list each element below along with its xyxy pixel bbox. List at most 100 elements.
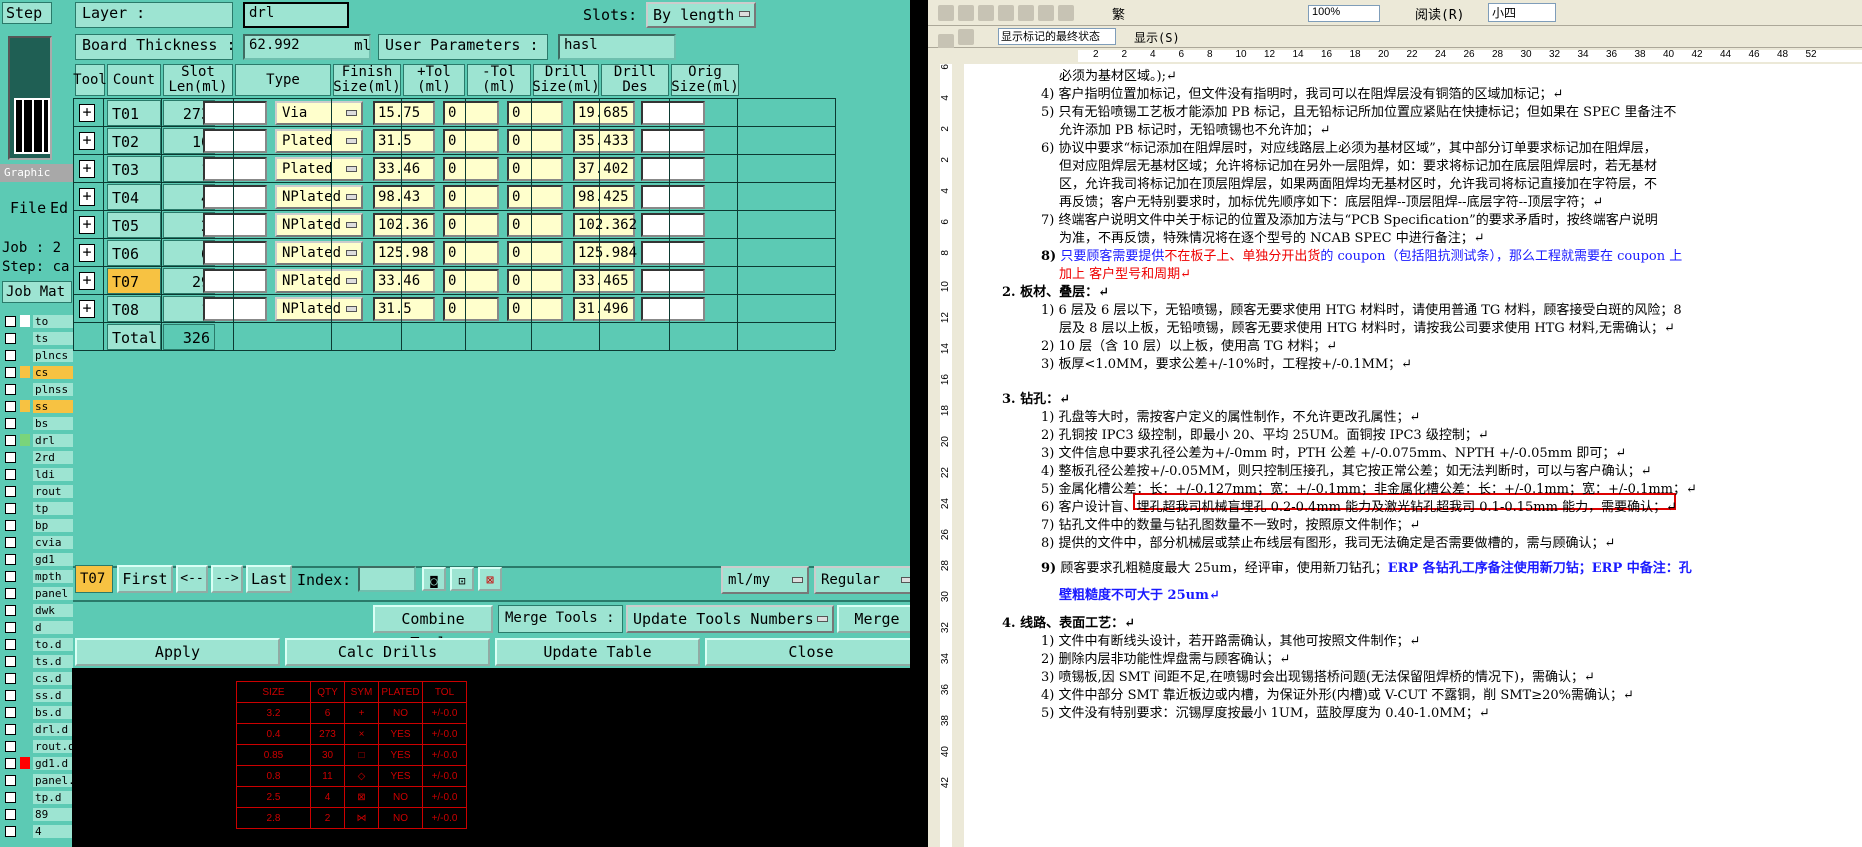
slot-length-input[interactable] xyxy=(203,269,267,293)
minus-tol-input[interactable]: 0 xyxy=(507,297,563,321)
doc-paragraph[interactable]: 3) 板厚<1.0MM，要求公差+/-10%时，工程按+/-0.1MM；↵ xyxy=(1041,353,1412,372)
doc-paragraph[interactable]: 2. 板材、叠层：↵ xyxy=(1002,281,1109,300)
layer-checkbox[interactable] xyxy=(5,536,16,548)
last-button[interactable]: Last xyxy=(246,565,292,593)
plus-tol-input[interactable]: 0 xyxy=(443,241,499,265)
layer-checkbox[interactable] xyxy=(5,349,16,361)
layer-checkbox[interactable] xyxy=(5,638,16,650)
doc-paragraph[interactable]: 7) 终端客户说明文件中关于标记的位置及添加方法与“PCB Specificat… xyxy=(1041,209,1658,228)
drill-des-input[interactable] xyxy=(641,213,705,237)
finish-size-input[interactable]: 102.36 xyxy=(373,213,435,237)
expand-tool-button[interactable]: + xyxy=(79,272,95,290)
open-icon[interactable] xyxy=(958,5,974,21)
plus-tol-input[interactable]: 0 xyxy=(443,101,499,125)
slot-length-input[interactable] xyxy=(203,157,267,181)
update-table-button[interactable]: Update Table xyxy=(495,638,700,666)
doc-paragraph[interactable]: 5) 只有无铅喷锡工艺板才能添加 PB 标记，且无铅标记所加位置应紧贴在快捷标记… xyxy=(1041,101,1676,120)
doc-paragraph[interactable]: 1) 文件中有断线头设计，若开路需确认，其他可按照文件制作；↵ xyxy=(1041,630,1420,649)
drill-des-input[interactable] xyxy=(641,185,705,209)
finish-size-input[interactable]: 15.75 xyxy=(373,101,435,125)
step-label[interactable]: Step xyxy=(2,2,52,24)
finish-size-input[interactable]: 31.5 xyxy=(373,129,435,153)
layer-checkbox[interactable] xyxy=(5,400,16,412)
first-button[interactable]: First xyxy=(117,565,173,593)
update-tools-numbers-select[interactable]: Update Tools Numbers xyxy=(626,605,834,633)
doc-paragraph[interactable]: 必须为基材区域。);↵ xyxy=(1059,65,1177,84)
type-select[interactable]: NPlated xyxy=(275,297,363,321)
doc-paragraph[interactable]: 3) 喷锡板,因 SMT 间距不足,在喷锡时会出现锡搭桥问题(无法保留阻焊桥的情… xyxy=(1041,666,1595,685)
drill-des-input[interactable] xyxy=(641,101,705,125)
expand-tool-button[interactable]: + xyxy=(79,104,95,122)
type-select[interactable]: NPlated xyxy=(275,241,363,265)
drill-des-input[interactable] xyxy=(641,241,705,265)
document-page[interactable]: 必须为基材区域。);↵ 4) 客户指明位置加标记，但文件没有指明时，我司可以在阻焊… xyxy=(964,64,1862,847)
combine-tools-button[interactable]: Combine Tools xyxy=(373,605,493,652)
type-select[interactable]: Plated xyxy=(275,157,363,181)
display-state-select[interactable]: 显示标记的最终状态 xyxy=(998,28,1116,45)
type-select[interactable]: NPlated xyxy=(275,185,363,209)
plus-tol-input[interactable]: 0 xyxy=(443,213,499,237)
layer-checkbox[interactable] xyxy=(5,757,16,769)
layer-checkbox[interactable] xyxy=(5,417,16,429)
doc-paragraph[interactable]: 4) 客户指明位置加标记，但文件没有指明时，我司可以在阻焊层没有铜箔的区域加标记… xyxy=(1041,83,1563,102)
minus-tol-input[interactable]: 0 xyxy=(507,269,563,293)
doc-paragraph[interactable]: 再反馈；客户无特别要求时，加标优先顺序如下：底层阻焊--顶层阻焊--底层字符--… xyxy=(1059,191,1603,210)
layer-checkbox[interactable] xyxy=(5,655,16,667)
plus-tol-input[interactable]: 0 xyxy=(443,185,499,209)
doc-paragraph[interactable]: 2) 孔铜按 IPC3 级控制，即最小 20、平均 25UM。面铜按 IPC3 … xyxy=(1041,424,1489,443)
expand-tool-button[interactable]: + xyxy=(79,188,95,206)
drill-des-input[interactable] xyxy=(641,269,705,293)
drill-size-input[interactable]: 98.425 xyxy=(573,185,635,209)
unit-select[interactable]: ml/my xyxy=(721,566,809,594)
drill-des-input[interactable] xyxy=(641,129,705,153)
doc-paragraph[interactable]: 但对应阻焊层无基材区域；允许将标记加在另外一层阻焊，如：要求将标记加在底层阻焊层… xyxy=(1059,155,1657,174)
next-button[interactable]: --> xyxy=(211,565,243,593)
finish-size-input[interactable]: 33.46 xyxy=(373,157,435,181)
expand-tool-button[interactable]: + xyxy=(79,132,95,150)
finish-size-input[interactable]: 98.43 xyxy=(373,185,435,209)
doc-paragraph[interactable]: 区，允许我司将标记加在顶层阻焊层，如果两面阻焊均无基材区时，允许我司将标记直接加… xyxy=(1059,173,1657,192)
layer-checkbox[interactable] xyxy=(5,621,16,633)
layer-checkbox[interactable] xyxy=(5,604,16,616)
drill-size-input[interactable]: 37.402 xyxy=(573,157,635,181)
plus-tol-input[interactable]: 0 xyxy=(443,157,499,181)
drill-size-input[interactable]: 35.433 xyxy=(573,129,635,153)
layer-checkbox[interactable] xyxy=(5,672,16,684)
layer-checkbox[interactable] xyxy=(5,723,16,735)
slots-select[interactable]: By length xyxy=(646,2,756,28)
layer-input[interactable]: drl xyxy=(243,2,349,28)
plus-tol-input[interactable]: 0 xyxy=(443,269,499,293)
layer-checkbox[interactable] xyxy=(5,825,16,837)
layer-checkbox[interactable] xyxy=(5,451,16,463)
traditional-chinese-button[interactable]: 繁 xyxy=(1112,4,1125,23)
plus-tol-input[interactable]: 0 xyxy=(443,297,499,321)
comment-icon[interactable] xyxy=(958,29,974,45)
horizontal-ruler[interactable]: 2 2 4 6 8 10 12 14 16 18 20 22 24 26 28 30 32 34 36 38 40 42 4… xyxy=(928,48,1862,64)
slot-length-input[interactable] xyxy=(203,297,267,321)
expand-tool-button[interactable]: + xyxy=(79,300,95,318)
layer-checkbox[interactable] xyxy=(5,808,16,820)
highlight-icon[interactable]: ◙ xyxy=(422,567,446,591)
layer-checkbox[interactable] xyxy=(5,485,16,497)
expand-tool-button[interactable]: + xyxy=(79,160,95,178)
finish-size-input[interactable]: 33.46 xyxy=(373,269,435,293)
file-menu[interactable]: File xyxy=(10,199,46,217)
layer-checkbox[interactable] xyxy=(5,502,16,514)
doc-paragraph[interactable]: 6) 协议中要求“标记添加在阻焊层时，对应线路层上必须为基材区域”，其中部分订单… xyxy=(1041,137,1657,156)
layer-checkbox[interactable] xyxy=(5,366,16,378)
doc-paragraph[interactable]: 4) 文件中部分 SMT 靠近板边或内槽，为保证外形(内槽)或 V-CUT 不露… xyxy=(1041,684,1634,703)
slot-length-input[interactable] xyxy=(203,129,267,153)
layer-checkbox[interactable] xyxy=(5,706,16,718)
doc-paragraph[interactable]: 7) 钻孔文件中的数量与钻孔图数量不一致时，按照原文件制作；↵ xyxy=(1041,514,1420,533)
doc-paragraph[interactable]: 2) 10 层（含 10 层）以上板，使用高 TG 材料；↵ xyxy=(1041,335,1337,354)
doc-paragraph[interactable]: 8) 提供的文件中，部分机械层或禁止布线层有图形，我司无法确定是否需要做槽的，需… xyxy=(1041,532,1615,551)
new-doc-icon[interactable] xyxy=(938,5,954,21)
minus-tol-input[interactable]: 0 xyxy=(507,185,563,209)
zoom-select[interactable]: 100% xyxy=(1308,5,1380,22)
drill-size-input[interactable]: 125.984 xyxy=(573,241,637,265)
drill-des-input[interactable] xyxy=(641,297,705,321)
finish-size-input[interactable]: 31.5 xyxy=(373,297,435,321)
expand-tool-button[interactable]: + xyxy=(79,244,95,262)
print-preview-icon[interactable] xyxy=(1058,5,1074,21)
doc-paragraph[interactable]: 2) 删除内层非功能性焊盘需与顾客确认；↵ xyxy=(1041,648,1290,667)
